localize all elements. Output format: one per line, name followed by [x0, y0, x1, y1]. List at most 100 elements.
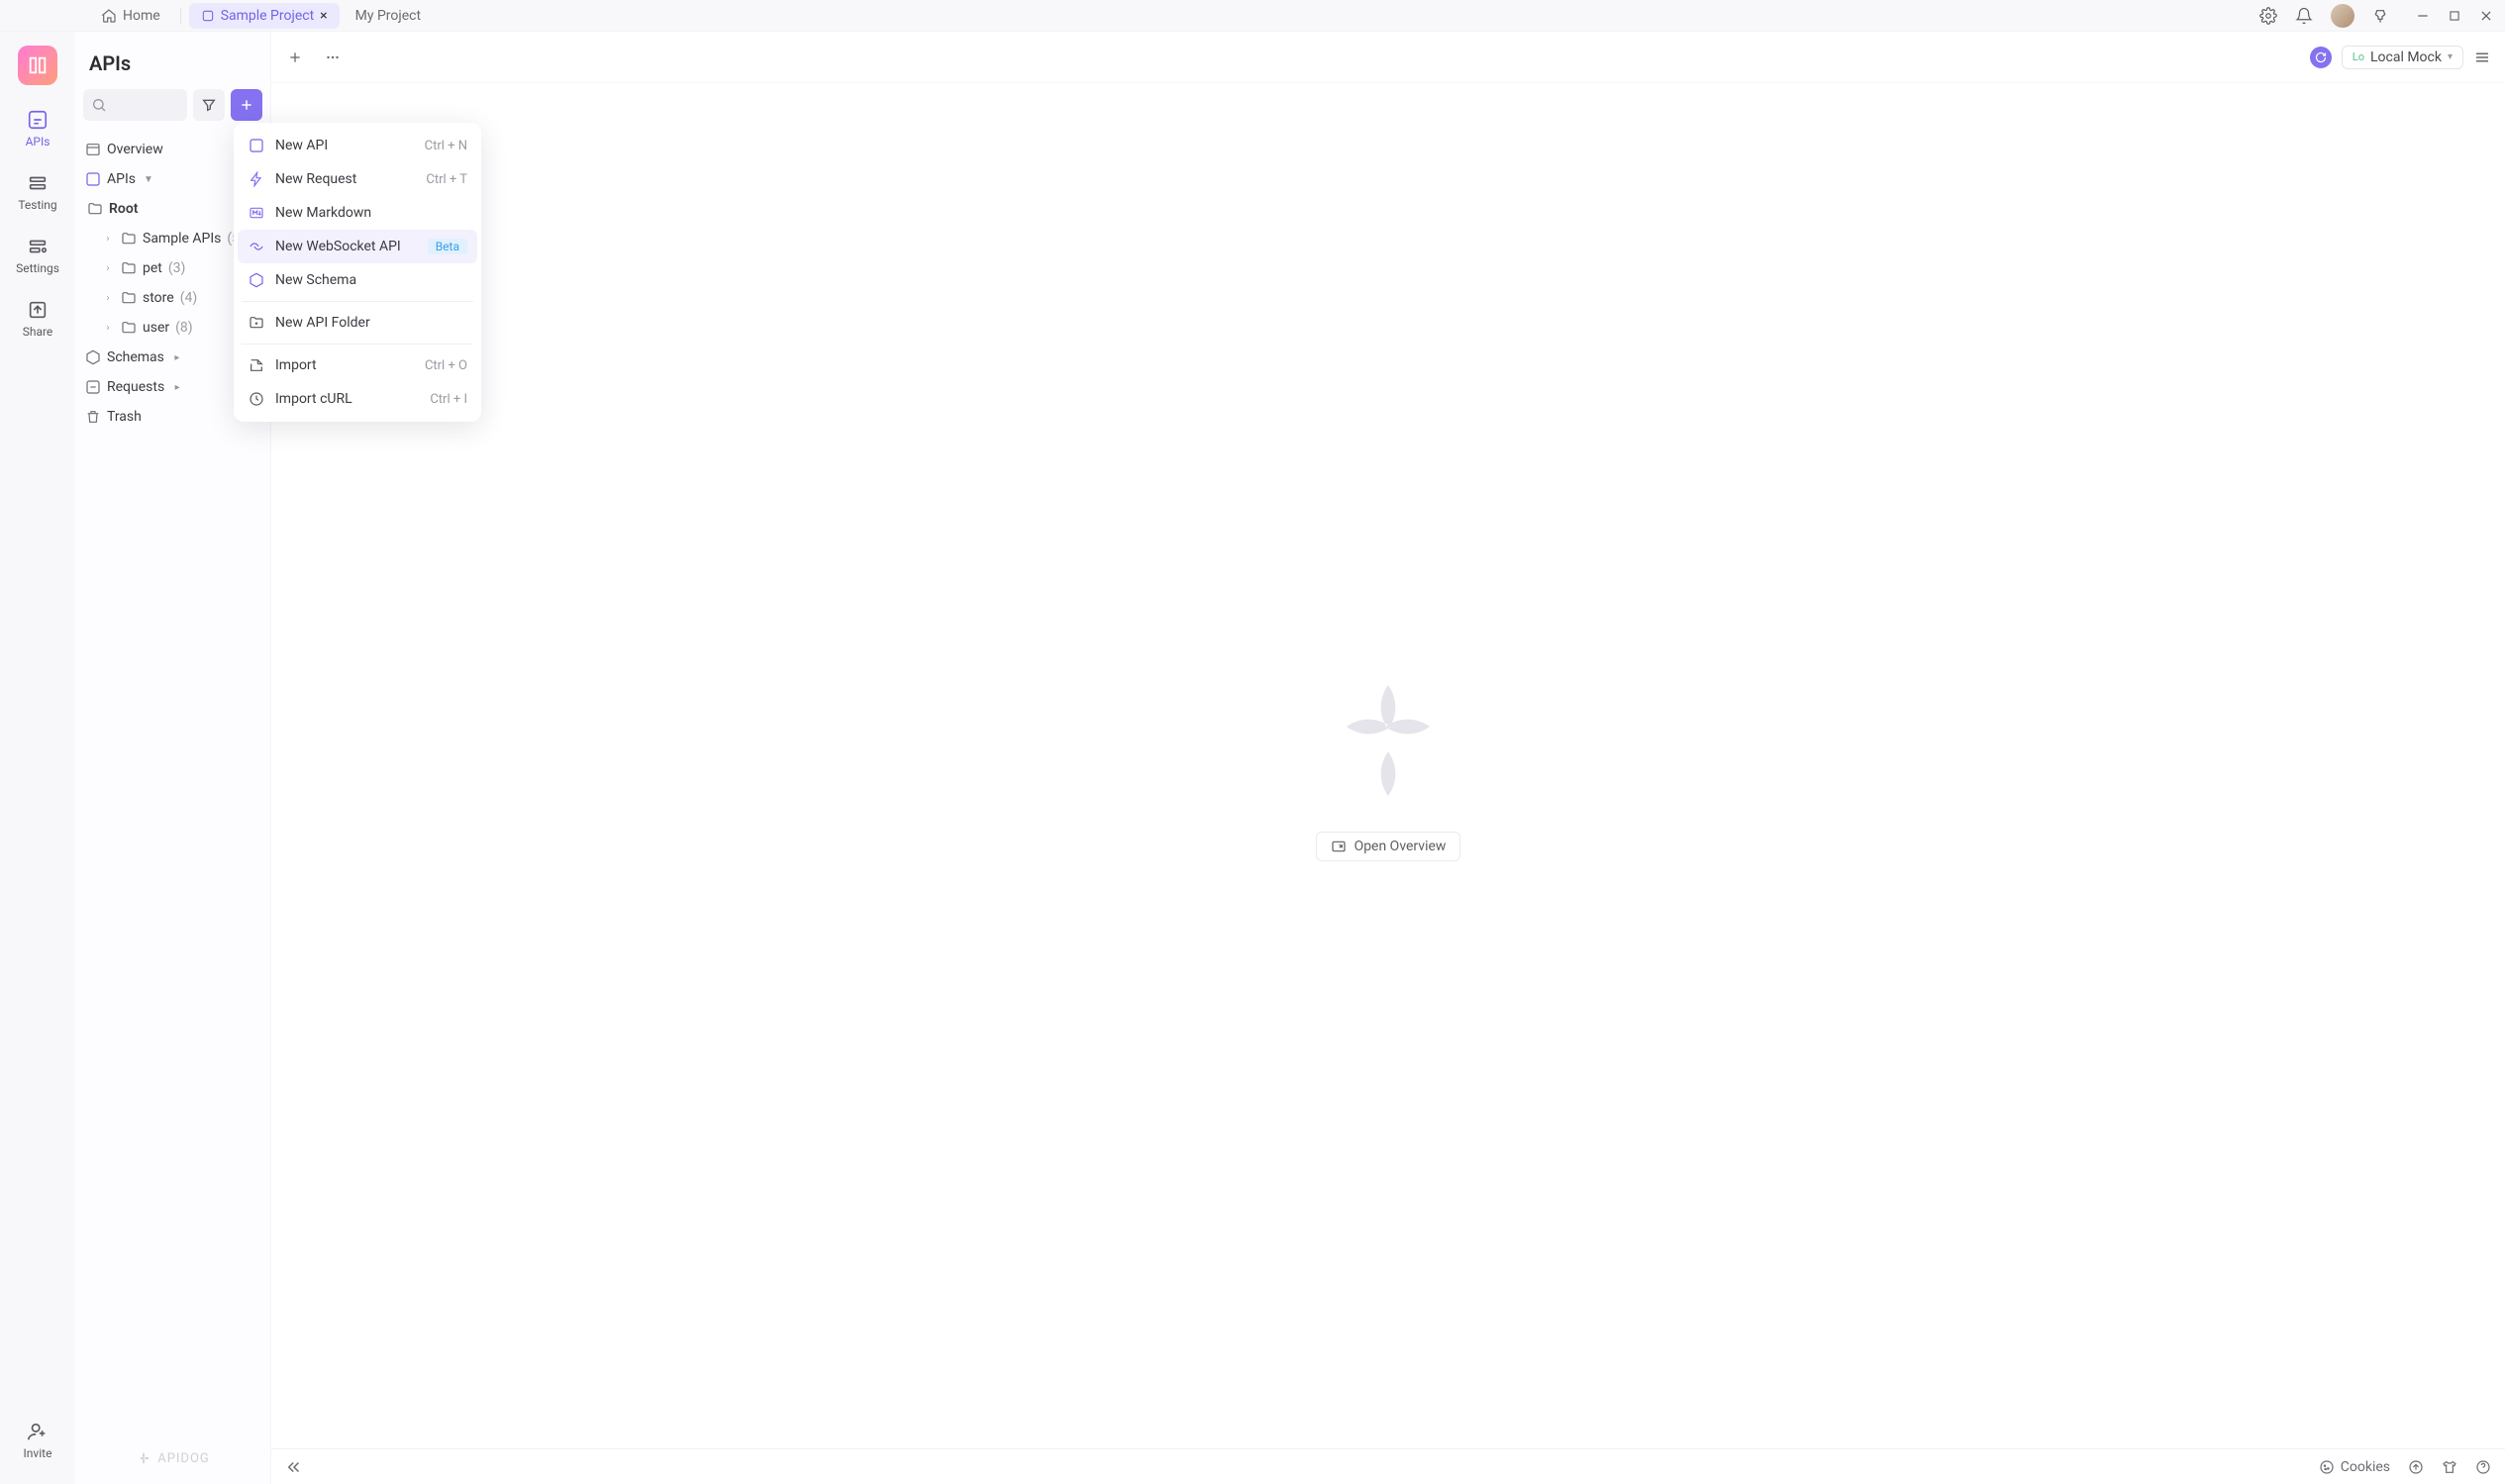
folder-icon	[121, 320, 137, 336]
markdown-icon	[248, 204, 265, 222]
main-toolbar: Lo Local Mock ▾	[271, 32, 2505, 83]
tree-label: user	[143, 320, 169, 336]
shirt-icon[interactable]	[2442, 1459, 2457, 1475]
popover-new-folder[interactable]: New API Folder	[238, 306, 477, 340]
tab-sample-project[interactable]: Sample Project ×	[189, 3, 340, 29]
main-toolbar-left	[285, 48, 343, 67]
tree-label: pet	[143, 260, 162, 276]
cookie-icon	[2319, 1459, 2335, 1475]
tree-count: (4)	[180, 290, 198, 306]
popover-label: New Request	[275, 171, 356, 187]
rail-item-settings[interactable]: Settings	[16, 236, 59, 275]
search-input[interactable]	[83, 89, 187, 121]
brand-label: APIDOG	[157, 1451, 210, 1466]
empty-state-icon	[1319, 671, 1457, 810]
open-overview-button[interactable]: Open Overview	[1316, 832, 1461, 861]
popover-new-markdown[interactable]: New Markdown	[238, 196, 477, 230]
rail-item-label: Invite	[24, 1446, 52, 1460]
apis-icon	[27, 109, 49, 131]
cookies-button[interactable]: Cookies	[2319, 1459, 2390, 1475]
title-tabs: Home Sample Project × My Project	[0, 3, 2259, 29]
refresh-button[interactable]	[2310, 47, 2332, 68]
title-bar-right	[2259, 4, 2505, 28]
rail-item-share[interactable]: Share	[23, 299, 53, 339]
tab-my-project[interactable]: My Project	[344, 3, 433, 29]
folder-icon	[121, 260, 137, 276]
app-body: APIs Testing Settings Share Invite APIs	[0, 32, 2505, 1484]
caret-down-icon: ▼	[142, 174, 155, 185]
beta-badge: Beta	[428, 239, 467, 254]
app-logo[interactable]	[18, 46, 57, 85]
overview-icon	[85, 142, 101, 157]
tree-label: Trash	[107, 409, 142, 425]
testing-icon	[27, 172, 49, 194]
more-button[interactable]	[323, 48, 343, 67]
popover-label: New Schema	[275, 272, 356, 288]
window-close-icon[interactable]	[2479, 9, 2493, 23]
avatar[interactable]	[2331, 4, 2355, 28]
websocket-icon	[248, 238, 265, 255]
settings-icon	[27, 236, 49, 257]
rail-item-testing[interactable]: Testing	[18, 172, 56, 212]
chevron-down-icon: ▾	[2448, 51, 2453, 62]
left-rail: APIs Testing Settings Share Invite	[0, 32, 75, 1484]
share-icon	[27, 299, 49, 321]
pin-icon[interactable]	[2372, 8, 2388, 24]
brand-footer: APIDOG	[75, 1433, 270, 1484]
help-icon[interactable]	[2475, 1459, 2491, 1475]
popover-label: New API	[275, 138, 328, 153]
rail-item-apis[interactable]: APIs	[26, 109, 50, 148]
popover-label: New Markdown	[275, 205, 371, 221]
sidebar-title: APIs	[75, 44, 270, 89]
maximize-icon[interactable]	[2448, 9, 2461, 23]
environment-select[interactable]: Lo Local Mock ▾	[2342, 46, 2463, 69]
open-icon	[1331, 839, 1347, 854]
gear-icon[interactable]	[2259, 7, 2277, 25]
popover-new-api[interactable]: New API Ctrl + N	[238, 129, 477, 162]
popover-import[interactable]: Import Ctrl + O	[238, 348, 477, 382]
requests-icon	[85, 379, 101, 395]
tab-home[interactable]: Home	[89, 3, 172, 29]
window-controls	[2416, 9, 2493, 23]
main-toolbar-right: Lo Local Mock ▾	[2310, 46, 2491, 69]
folder-icon	[121, 290, 137, 306]
tab-label: Sample Project	[221, 8, 314, 24]
folder-icon	[87, 201, 103, 217]
open-overview-label: Open Overview	[1354, 839, 1447, 854]
rail-item-invite[interactable]: Invite	[24, 1421, 52, 1460]
import-curl-icon	[248, 390, 265, 408]
minimize-icon[interactable]	[2416, 9, 2430, 23]
add-button[interactable]	[231, 89, 262, 121]
project-icon	[201, 9, 215, 23]
home-icon	[101, 8, 117, 24]
popover-separator	[242, 344, 473, 345]
popover-shortcut: Ctrl + T	[426, 172, 467, 187]
popover-new-websocket[interactable]: New WebSocket API Beta	[238, 230, 477, 263]
env-label: Local Mock	[2370, 49, 2442, 65]
folder-plus-icon	[248, 314, 265, 332]
menu-button[interactable]	[2473, 49, 2491, 66]
trash-icon	[85, 409, 101, 425]
lightning-icon	[248, 170, 265, 188]
popover-new-schema[interactable]: New Schema	[238, 263, 477, 297]
collapse-button[interactable]	[285, 1458, 303, 1476]
popover-label: New API Folder	[275, 315, 370, 331]
chevron-right-icon: ›	[101, 323, 115, 334]
plus-icon	[239, 97, 254, 113]
upload-icon[interactable]	[2408, 1459, 2424, 1475]
filter-button[interactable]	[193, 89, 225, 121]
rail-item-label: APIs	[26, 135, 50, 148]
invite-icon	[27, 1421, 49, 1442]
popover-new-request[interactable]: New Request Ctrl + T	[238, 162, 477, 196]
tree-label: Root	[109, 201, 138, 217]
popover-import-curl[interactable]: Import cURL Ctrl + I	[238, 382, 477, 416]
bell-icon[interactable]	[2295, 7, 2313, 25]
popover-label: Import cURL	[275, 391, 352, 407]
api-icon	[248, 137, 265, 154]
tree-label: Overview	[107, 142, 163, 157]
env-prefix: Lo	[2353, 50, 2364, 63]
title-bar: Home Sample Project × My Project	[0, 0, 2505, 32]
close-icon[interactable]: ×	[320, 9, 327, 23]
new-tab-button[interactable]	[285, 48, 305, 67]
tab-label: My Project	[355, 8, 421, 24]
